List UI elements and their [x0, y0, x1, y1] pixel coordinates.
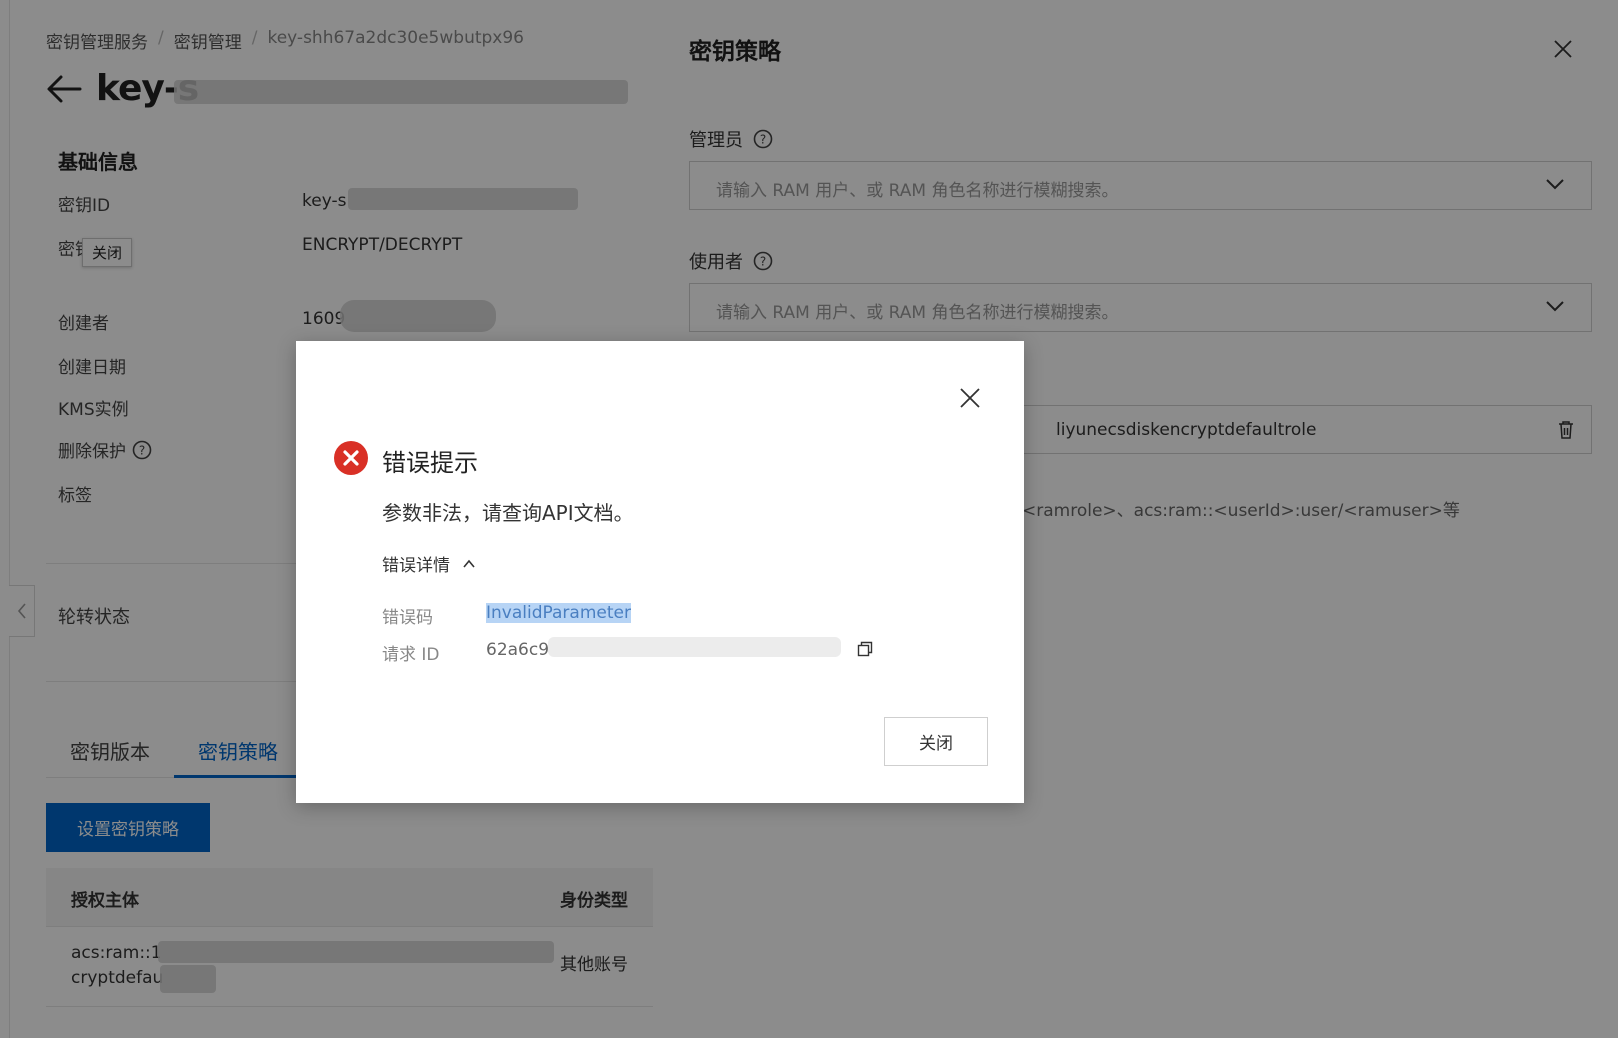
chevron-up-icon	[463, 559, 475, 568]
copy-icon[interactable]	[857, 641, 873, 657]
error-code-label: 错误码	[382, 608, 433, 628]
close-button[interactable]: 关闭	[884, 717, 988, 766]
error-dialog: 错误提示 参数非法，请查询API文档。 错误详情 错误码 InvalidPara…	[296, 341, 1024, 803]
dialog-title: 错误提示	[382, 449, 478, 477]
redacted-request-id	[548, 637, 841, 657]
error-code-value-wrap: InvalidParameter	[486, 603, 631, 623]
error-icon	[334, 441, 368, 475]
error-details-label: 错误详情	[382, 556, 450, 576]
request-id-label: 请求 ID	[382, 645, 440, 665]
error-message: 参数非法，请查询API文档。	[382, 501, 634, 525]
error-code-value[interactable]: InvalidParameter	[486, 603, 631, 623]
request-id-value: 62a6c9	[486, 640, 550, 660]
close-icon[interactable]	[958, 386, 982, 410]
error-details-toggle[interactable]: 错误详情	[382, 551, 476, 576]
